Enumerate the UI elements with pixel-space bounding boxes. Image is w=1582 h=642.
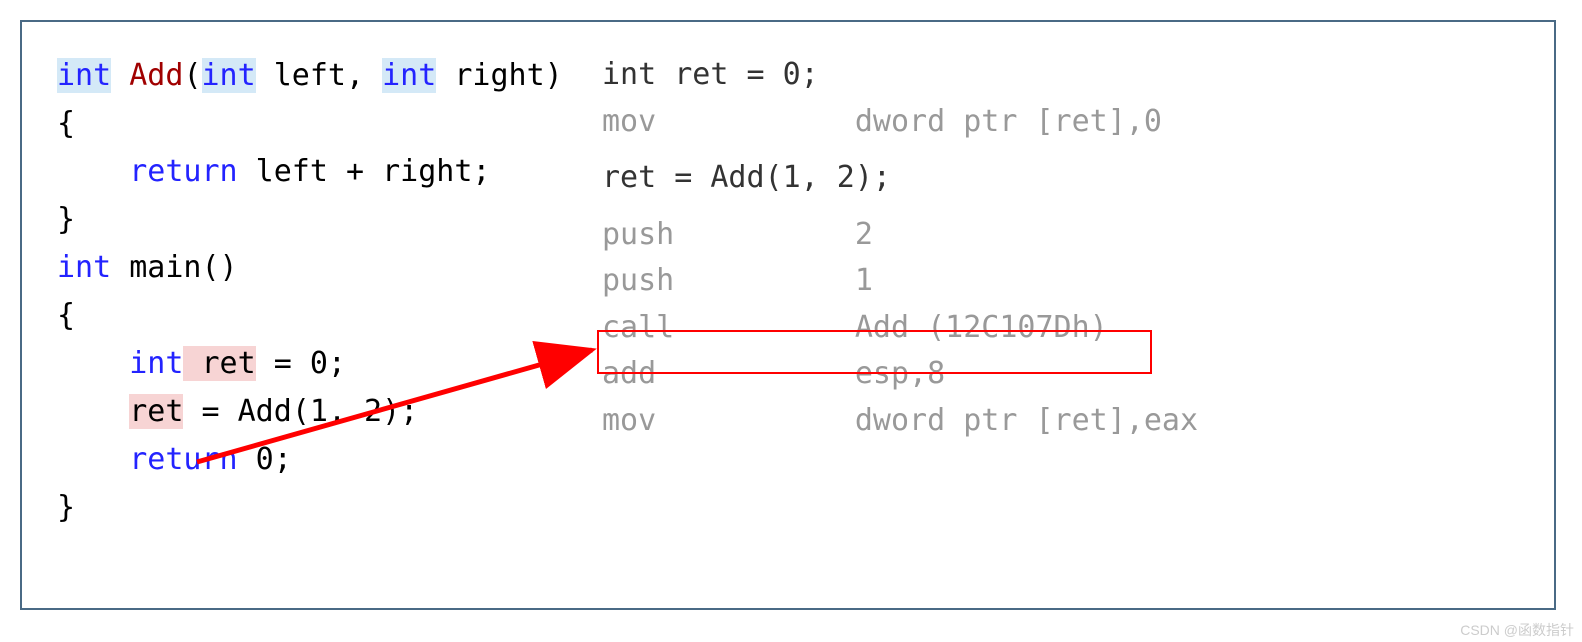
asm-op: add <box>602 356 656 391</box>
var-ret: ret <box>129 394 183 429</box>
kw-int: int <box>57 250 111 285</box>
call-text: = Add <box>183 394 291 429</box>
asm-op: push <box>602 263 674 298</box>
call-line: ret = Add(1, 2); <box>57 388 597 436</box>
kw-return: return <box>129 154 237 189</box>
kw-int: int <box>382 58 436 93</box>
asm-arg: dword ptr [ret],eax <box>855 403 1198 438</box>
kw-return: return <box>129 442 237 477</box>
asm-c-line: int ret = 0; <box>602 52 1522 99</box>
asm-arg: 2 <box>855 217 873 252</box>
kw-int: int <box>202 58 256 93</box>
asm-op: mov <box>602 403 656 438</box>
asm-arg: dword ptr [ret],0 <box>855 104 1162 139</box>
fn-add: Add <box>111 58 183 93</box>
return-zero: return 0; <box>57 436 597 484</box>
main-text: main() <box>111 250 237 285</box>
code-line-return: return left + right; <box>57 148 597 196</box>
asm-op: call <box>602 310 674 345</box>
return-expr: left + right; <box>238 154 491 189</box>
asm-push: push 1 <box>602 258 1522 305</box>
asm-add: add esp,8 <box>602 351 1522 398</box>
asm-push: push 2 <box>602 212 1522 259</box>
watermark: CSDN @函数指针 <box>1460 620 1574 640</box>
brace-open: { <box>57 100 597 148</box>
assign-zero: = 0; <box>256 346 346 381</box>
return-zero-text: 0; <box>238 442 292 477</box>
code-container: int Add(int left, int right) { return le… <box>20 20 1556 610</box>
var-ret: ret <box>183 346 255 381</box>
call-args: (1, 2); <box>292 394 418 429</box>
brace-close: } <box>57 484 597 532</box>
asm-c-line: ret = Add(1, 2); <box>602 155 1522 202</box>
code-line-1: int Add(int left, int right) <box>57 52 597 100</box>
kw-int: int <box>57 58 111 93</box>
asm-arg: Add (12C107Dh) <box>855 310 1108 345</box>
paren-open: ( <box>183 58 201 93</box>
main-decl: int main() <box>57 244 597 292</box>
var-decl: int ret = 0; <box>57 340 597 388</box>
asm-call: call Add (12C107Dh) <box>602 305 1522 352</box>
brace-open: { <box>57 292 597 340</box>
brace-close: } <box>57 196 597 244</box>
asm-arg: esp,8 <box>855 356 945 391</box>
param-right: right) <box>436 58 562 93</box>
asm-op: push <box>602 217 674 252</box>
asm-arg: 1 <box>855 263 873 298</box>
param-left: left, <box>256 58 382 93</box>
kw-int: int <box>129 346 183 381</box>
right-asm-panel: int ret = 0; mov dword ptr [ret],0 ret =… <box>602 52 1522 444</box>
left-code-panel: int Add(int left, int right) { return le… <box>57 52 597 532</box>
asm-mov: mov dword ptr [ret],0 <box>602 99 1522 146</box>
asm-op: mov <box>602 104 656 139</box>
asm-mov: mov dword ptr [ret],eax <box>602 398 1522 445</box>
